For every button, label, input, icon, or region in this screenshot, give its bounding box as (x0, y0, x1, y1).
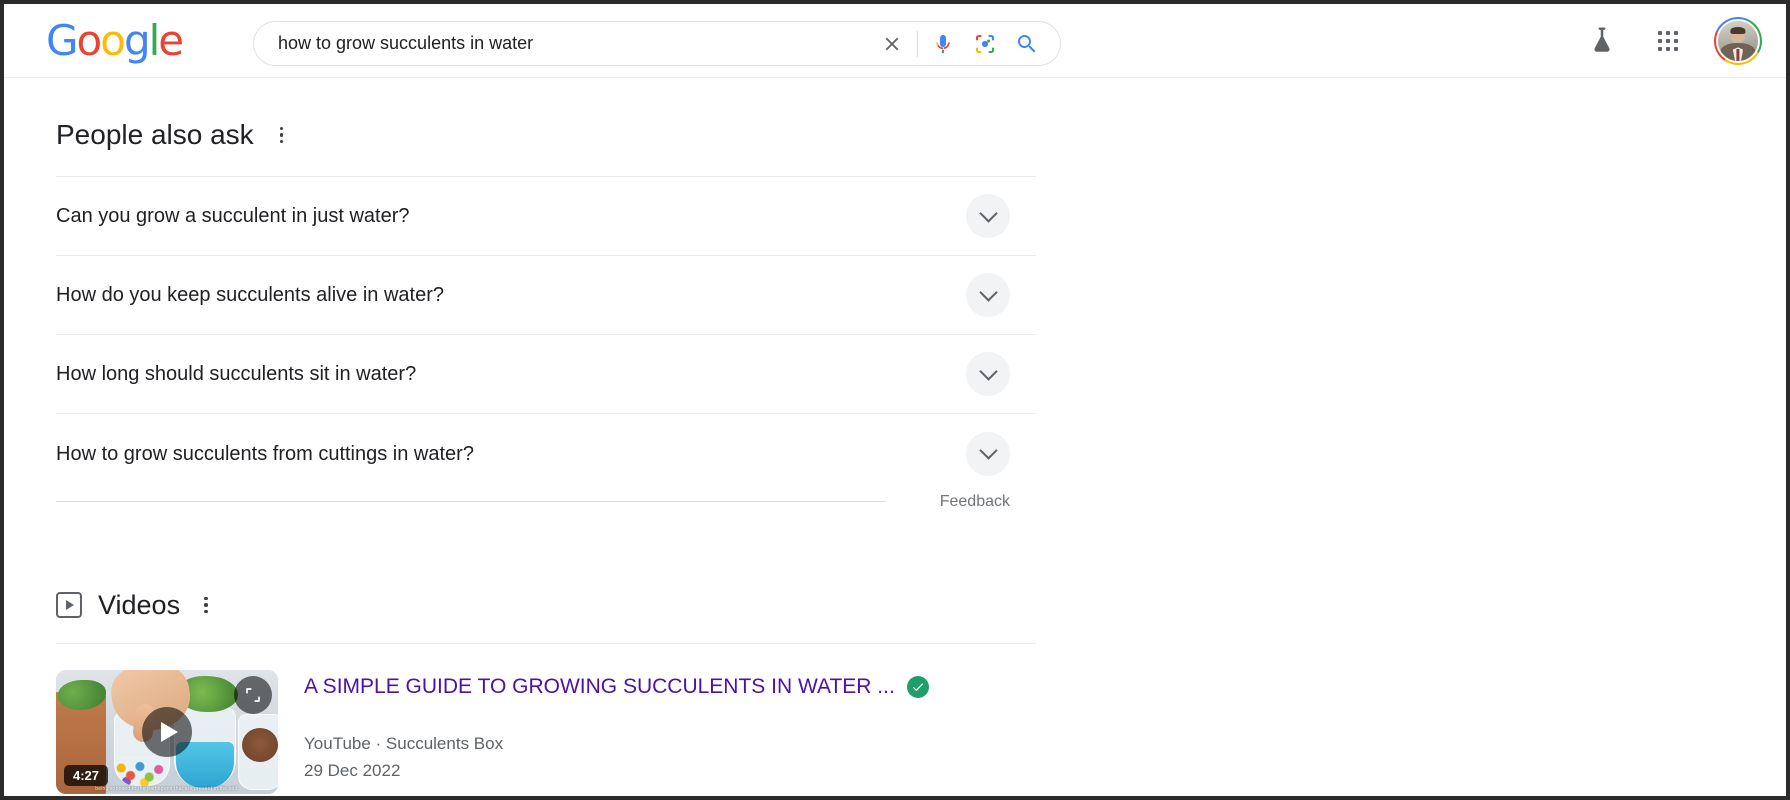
avatar (1716, 19, 1760, 63)
expand-thumbnail-button[interactable] (234, 676, 272, 714)
video-thumbnail[interactable]: 4:27 being exposed to the pathogens that… (56, 670, 278, 794)
search-header: Google how to grow succulents in water (4, 4, 1786, 78)
search-submit-button[interactable] (1006, 23, 1048, 65)
paa-question-row[interactable]: Can you grow a succulent in just water? (56, 177, 1036, 256)
header-actions (1582, 4, 1762, 78)
search-icon (1018, 34, 1036, 52)
play-button-overlay[interactable] (142, 707, 192, 757)
paa-question-text: How to grow succulents from cuttings in … (56, 442, 474, 465)
paa-expand-button[interactable] (966, 352, 1010, 396)
kebab-menu-icon (204, 596, 208, 601)
logo-letter-g2: g (123, 15, 151, 65)
google-lens-button[interactable] (964, 23, 1006, 65)
video-play-badge-icon (56, 592, 82, 618)
paa-question-text: Can you grow a succulent in just water? (56, 205, 410, 227)
paa-question-text: How long should succulents sit in water? (56, 363, 417, 385)
paa-expand-button[interactable] (966, 431, 1010, 476)
video-result-item: 4:27 being exposed to the pathogens that… (56, 670, 1036, 794)
verified-badge (906, 676, 929, 698)
microphone-icon (936, 34, 950, 53)
video-title-row: A SIMPLE GUIDE TO GROWING SUCCULENTS IN … (304, 674, 929, 700)
video-duration-badge: 4:27 (64, 765, 109, 786)
chevron-down-icon (978, 361, 998, 381)
video-source: YouTube · Succulents Box (304, 734, 504, 753)
people-also-ask-title: People also ask (56, 119, 254, 150)
video-info: A SIMPLE GUIDE TO GROWING SUCCULENTS IN … (304, 670, 929, 794)
paa-question-row[interactable]: How to grow succulents from cuttings in … (56, 414, 1036, 493)
lab-flask-icon (1594, 27, 1610, 52)
paa-expand-button[interactable] (966, 194, 1010, 238)
play-button-icon (161, 722, 178, 742)
search-box[interactable]: how to grow succulents in water (253, 21, 1061, 66)
chevron-down-icon (978, 441, 998, 460)
logo-letter-o1: o (76, 15, 103, 65)
google-logo[interactable]: Google (46, 15, 184, 65)
expand-arrows-icon (246, 688, 260, 702)
paa-expand-button[interactable] (966, 273, 1010, 317)
logo-letter-o2: o (100, 15, 126, 65)
google-apps-button[interactable] (1648, 21, 1688, 61)
google-search-results-page: Google how to grow succulents in water P… (0, 0, 1790, 800)
google-apps-grid-icon (1657, 30, 1679, 52)
search-divider (917, 30, 918, 57)
close-icon (885, 37, 899, 50)
paa-question-text: How do you keep succulents alive in wate… (56, 284, 444, 306)
chevron-down-icon (978, 282, 998, 302)
google-labs-button[interactable] (1582, 21, 1622, 61)
divider (56, 501, 886, 502)
video-date: 29 Dec 2022 (304, 761, 401, 780)
clear-search-button[interactable] (871, 23, 913, 65)
videos-divider (56, 643, 1036, 644)
videos-section-title: Videos (98, 590, 181, 620)
results-column: People also ask Can you grow a succulent… (56, 78, 1036, 794)
kebab-menu-icon (279, 126, 284, 131)
voice-search-button[interactable] (922, 23, 964, 65)
search-results-main: People also ask Can you grow a succulent… (4, 78, 1786, 794)
videos-section-header: Videos (56, 589, 1036, 621)
people-also-ask-list: Can you grow a succulent in just water? … (56, 176, 1036, 493)
people-also-ask-footer: Feedback (56, 493, 1036, 541)
verified-check-icon (912, 683, 924, 692)
feedback-link[interactable]: Feedback (940, 493, 1010, 511)
logo-letter-g1: G (46, 15, 79, 65)
chevron-down-icon (978, 203, 998, 223)
paa-question-row[interactable]: How long should succulents sit in water? (56, 335, 1036, 414)
logo-letter-l: l (148, 15, 161, 65)
video-caption-text: being exposed to the pathogens that are … (95, 786, 239, 792)
video-title-link[interactable]: A SIMPLE GUIDE TO GROWING SUCCULENTS IN … (304, 674, 895, 700)
account-avatar-button[interactable] (1714, 17, 1762, 65)
videos-menu-button[interactable] (196, 593, 216, 617)
people-also-ask-header: People also ask (56, 78, 1036, 162)
google-lens-camera-icon (975, 34, 995, 53)
page-content: Google how to grow succulents in water P… (4, 4, 1786, 796)
search-input[interactable]: how to grow succulents in water (278, 33, 871, 54)
paa-question-row[interactable]: How do you keep succulents alive in wate… (56, 256, 1036, 335)
people-also-ask-menu-button[interactable] (272, 123, 292, 147)
logo-letter-e: e (158, 15, 184, 65)
